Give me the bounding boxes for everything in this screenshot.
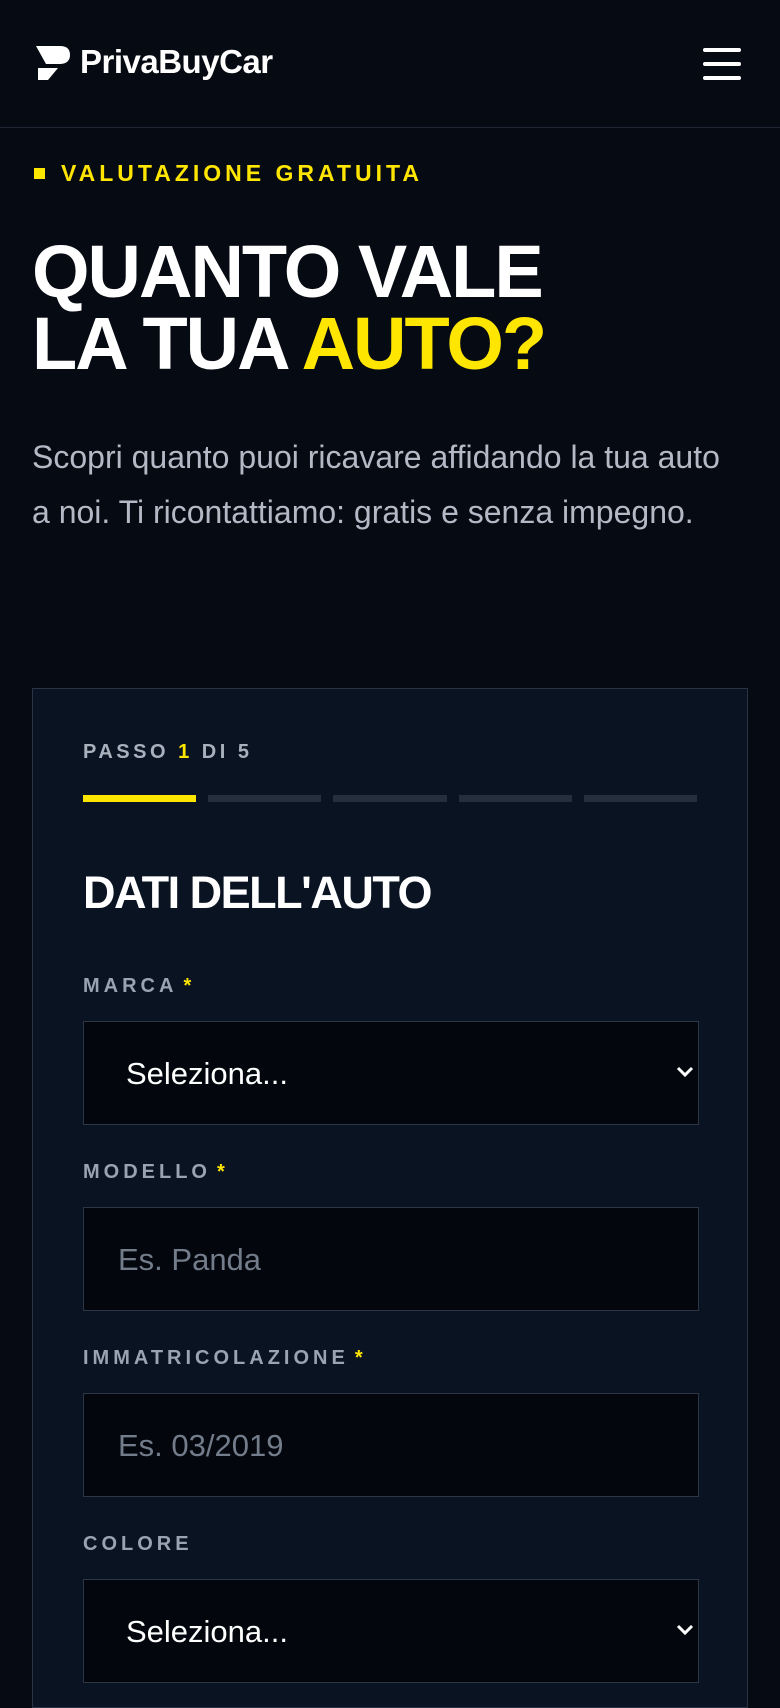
step-progress-bar [83, 795, 698, 802]
site-header: PrivaBuyCar [0, 0, 780, 128]
eyebrow-square-icon [34, 168, 45, 179]
immatricolazione-input[interactable]: Es. 03/2019 [83, 1393, 699, 1497]
colore-select[interactable]: Seleziona... [83, 1579, 699, 1683]
marca-select-value: Seleziona... [126, 1056, 288, 1091]
brand-logo[interactable]: PrivaBuyCar [34, 42, 273, 82]
marca-label: MARCA * [83, 975, 195, 998]
progress-segment [83, 795, 197, 802]
hero-lead: Scopri quanto puoi ricavare affidando la… [32, 439, 720, 530]
modello-input[interactable]: Es. Panda [83, 1207, 699, 1311]
title-line-2-prefix: LA TUA [32, 302, 302, 385]
progress-segment [333, 795, 447, 802]
page-title: QUANTO VALE LA TUA AUTO? [32, 235, 547, 381]
title-line-2-accent: AUTO? [301, 302, 548, 385]
eyebrow-text: VALUTAZIONE GRATUITA [61, 160, 423, 186]
required-mark: * [354, 1347, 367, 1369]
hamburger-line [703, 62, 741, 66]
brand-name: PrivaBuyCar [80, 43, 273, 80]
chevron-down-icon [676, 1066, 694, 1078]
immatricolazione-label: IMMATRICOLAZIONE * [83, 1347, 367, 1370]
colore-label: COLORE [83, 1533, 193, 1556]
hamburger-menu-icon [703, 48, 741, 52]
immatricolazione-label-text: IMMATRICOLAZIONE [83, 1347, 349, 1369]
eyebrow: VALUTAZIONE GRATUITA [34, 160, 423, 187]
colore-label-text: COLORE [83, 1533, 193, 1555]
brand-logo-icon [36, 46, 70, 80]
step-indicator: PASSO 1 DI 5 [83, 741, 252, 764]
chevron-down-icon [676, 1624, 694, 1636]
immatricolazione-input-placeholder: Es. 03/2019 [118, 1428, 284, 1463]
menu-button[interactable] [700, 44, 744, 84]
colore-select-value: Seleziona... [126, 1614, 288, 1649]
required-mark: * [183, 975, 196, 997]
progress-segment [208, 795, 322, 802]
step-prefix: PASSO [83, 741, 170, 763]
step-suffix: DI 5 [201, 741, 253, 763]
title-line-1: QUANTO VALE [32, 230, 544, 313]
modello-label: MODELLO * [83, 1161, 229, 1184]
hamburger-line [703, 76, 741, 80]
step-current: 1 [178, 741, 193, 763]
modello-input-placeholder: Es. Panda [118, 1242, 262, 1277]
progress-segment [458, 795, 572, 802]
modello-label-text: MODELLO [83, 1161, 211, 1183]
progress-segment [583, 795, 698, 802]
marca-select[interactable]: Seleziona... [83, 1021, 699, 1125]
required-mark: * [217, 1161, 229, 1183]
valuation-form-card: PASSO 1 DI 5 DATI DELL'AUTO MARCA * Selez… [32, 688, 748, 1708]
marca-label-text: MARCA [83, 975, 178, 997]
section-title: DATI DELL'AUTO [83, 867, 433, 918]
